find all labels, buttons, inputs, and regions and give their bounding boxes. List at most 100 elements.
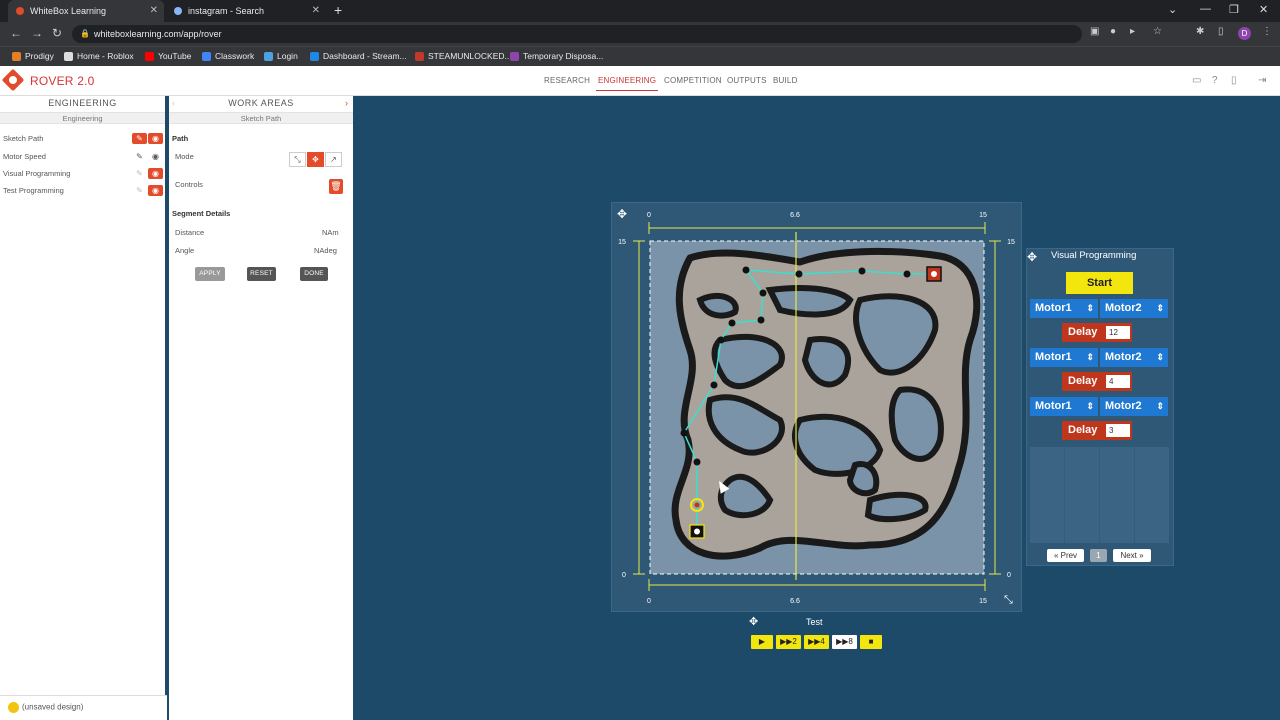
direction-arrows-icon[interactable]: ⇕ [1156, 299, 1164, 318]
test-label: Test [806, 617, 823, 627]
motor1-block[interactable]: Motor1 ⇕ [1030, 348, 1098, 367]
apply-button[interactable]: APPLY [195, 267, 225, 281]
prev-area-icon[interactable]: ‹ [172, 98, 175, 108]
nav-engineering[interactable]: ENGINEERING [595, 76, 659, 91]
trash-icon[interactable]: 🗑 [329, 179, 343, 194]
direction-arrows-icon[interactable]: ⇕ [1156, 348, 1164, 367]
play-icon[interactable]: ▸ [1130, 26, 1135, 37]
motor2-block[interactable]: Motor2 ⇕ [1100, 299, 1168, 318]
track-map[interactable]: 0 6.6 15 0 6.6 15 15 0 15 0 [611, 202, 1022, 612]
play-button[interactable]: ▶ [751, 635, 773, 649]
play-8x-button[interactable]: ▶▶8 [832, 635, 857, 649]
bookmark-temporary[interactable]: Temporary Disposa... [510, 51, 603, 61]
motor1-block[interactable]: Motor1 ⇕ [1030, 299, 1098, 318]
bookmark-prodigy[interactable]: Prodigy [12, 51, 54, 61]
nav-outputs[interactable]: OUTPUTS [727, 76, 767, 85]
direction-arrows-icon[interactable]: ⇕ [1086, 348, 1094, 367]
eng-item-sketch-path[interactable]: Sketch Path [3, 134, 43, 143]
prev-page-button[interactable]: « Prev [1047, 549, 1084, 562]
delay-input[interactable]: 4 [1106, 375, 1130, 388]
nav-competition[interactable]: COMPETITION [664, 76, 722, 85]
wrench-icon[interactable]: ✎ [132, 133, 147, 144]
help-icon[interactable]: ? [1212, 75, 1218, 86]
eng-item-motor-speed[interactable]: Motor Speed [3, 152, 46, 161]
motor2-block[interactable]: Motor2 ⇕ [1100, 348, 1168, 367]
close-window-icon[interactable]: ✕ [1259, 3, 1268, 16]
delay-input[interactable]: 12 [1106, 326, 1130, 339]
move-window-icon[interactable]: ✥ [1027, 250, 1037, 264]
folder-icon[interactable]: ▭ [1192, 75, 1201, 86]
stop-button[interactable]: ■ [860, 635, 882, 649]
motor1-block[interactable]: Motor1 ⇕ [1030, 397, 1098, 416]
bookmark-steamunlocked[interactable]: STEAMUNLOCKED... [415, 51, 512, 61]
eye-icon[interactable]: ◉ [148, 133, 163, 144]
direction-arrows-icon[interactable]: ⇕ [1086, 397, 1094, 416]
minimize-icon[interactable]: — [1200, 3, 1211, 15]
close-tab-icon[interactable]: ✕ [150, 5, 158, 16]
document-icon[interactable]: ▯ [1231, 75, 1237, 86]
menu-icon[interactable]: ⋮ [1262, 26, 1272, 37]
mode-line-button[interactable]: ↗ [325, 152, 342, 167]
restore-icon[interactable]: ❐ [1229, 3, 1239, 16]
eye-icon[interactable]: ◉ [148, 151, 163, 162]
extension-icon[interactable]: ▣ [1090, 26, 1099, 37]
grammarly-icon[interactable]: ● [1110, 26, 1116, 37]
reload-icon[interactable]: ↻ [52, 26, 62, 40]
extensions-puzzle-icon[interactable]: ✱ [1196, 26, 1204, 37]
logout-icon[interactable]: ⇥ [1258, 75, 1266, 86]
bookmark-label: Login [277, 51, 298, 61]
direction-arrows-icon[interactable]: ⇕ [1086, 299, 1094, 318]
tab-whitebox[interactable]: WhiteBox Learning ✕ [8, 0, 164, 22]
delay-input[interactable]: 3 [1106, 424, 1130, 437]
status-text: (unsaved design) [22, 702, 84, 712]
login-icon [264, 51, 273, 61]
sidebar-icon[interactable]: ▯ [1218, 26, 1224, 37]
reset-button[interactable]: RESET [247, 267, 276, 281]
mode-add-point-button[interactable]: ⤡ [289, 152, 306, 167]
delay-block[interactable]: Delay 12 [1062, 323, 1132, 342]
classwork-icon [202, 51, 211, 61]
bookmark-classwork[interactable]: Classwork [202, 51, 254, 61]
nav-research[interactable]: RESEARCH [544, 76, 590, 85]
work-areas-panel: WORK AREAS Sketch Path [169, 96, 353, 720]
eng-item-test-programming[interactable]: Test Programming [3, 186, 64, 195]
bookmark-roblox[interactable]: Home - Roblox [64, 51, 134, 61]
done-button[interactable]: DONE [300, 267, 328, 281]
new-tab-button[interactable]: + [334, 2, 342, 18]
eye-icon[interactable]: ◉ [148, 185, 163, 196]
empty-block-slots [1030, 447, 1169, 543]
move-window-icon[interactable]: ✥ [749, 615, 758, 628]
bookmark-dashboard[interactable]: Dashboard - Stream... [310, 51, 407, 61]
play-2x-button[interactable]: ▶▶2 [776, 635, 801, 649]
profile-avatar[interactable]: D [1238, 27, 1251, 40]
eye-icon[interactable]: ◉ [148, 168, 163, 179]
direction-arrows-icon[interactable]: ⇕ [1156, 397, 1164, 416]
tab-search-icon[interactable]: ⌄ [1168, 3, 1177, 16]
bookmark-login[interactable]: Login [264, 51, 298, 61]
rover-logo-icon [1, 68, 25, 92]
delay-block[interactable]: Delay 4 [1062, 372, 1132, 391]
nav-build[interactable]: BUILD [773, 76, 798, 85]
start-block[interactable]: Start [1066, 272, 1133, 294]
url-field[interactable]: 🔒 whiteboxlearning.com/app/rover [72, 25, 1082, 43]
play-4x-button[interactable]: ▶▶4 [804, 635, 829, 649]
wrench-icon[interactable]: ✎ [132, 151, 147, 162]
ruler-left-0: 0 [622, 572, 626, 579]
next-area-icon[interactable]: › [345, 98, 348, 108]
wrench-icon[interactable]: ✎ [132, 185, 147, 196]
next-page-button[interactable]: Next » [1113, 549, 1151, 562]
wrench-icon[interactable]: ✎ [132, 168, 147, 179]
delay-block[interactable]: Delay 3 [1062, 421, 1132, 440]
resize-icon[interactable]: ⤡ [1004, 594, 1013, 607]
tab-instagram-search[interactable]: instagram - Search ✕ [166, 0, 326, 22]
forward-icon[interactable]: → [31, 26, 43, 40]
move-window-icon[interactable]: ✥ [617, 207, 627, 221]
back-icon[interactable]: ← [10, 26, 22, 40]
motor2-block[interactable]: Motor2 ⇕ [1100, 397, 1168, 416]
star-icon[interactable]: ☆ [1153, 26, 1162, 37]
close-tab-icon[interactable]: ✕ [312, 5, 320, 16]
mode-move-point-button[interactable]: ✥ [307, 152, 324, 167]
bookmark-youtube[interactable]: YouTube [145, 51, 191, 61]
eng-item-visual-programming[interactable]: Visual Programming [3, 169, 70, 178]
temp-mail-icon [510, 51, 519, 61]
